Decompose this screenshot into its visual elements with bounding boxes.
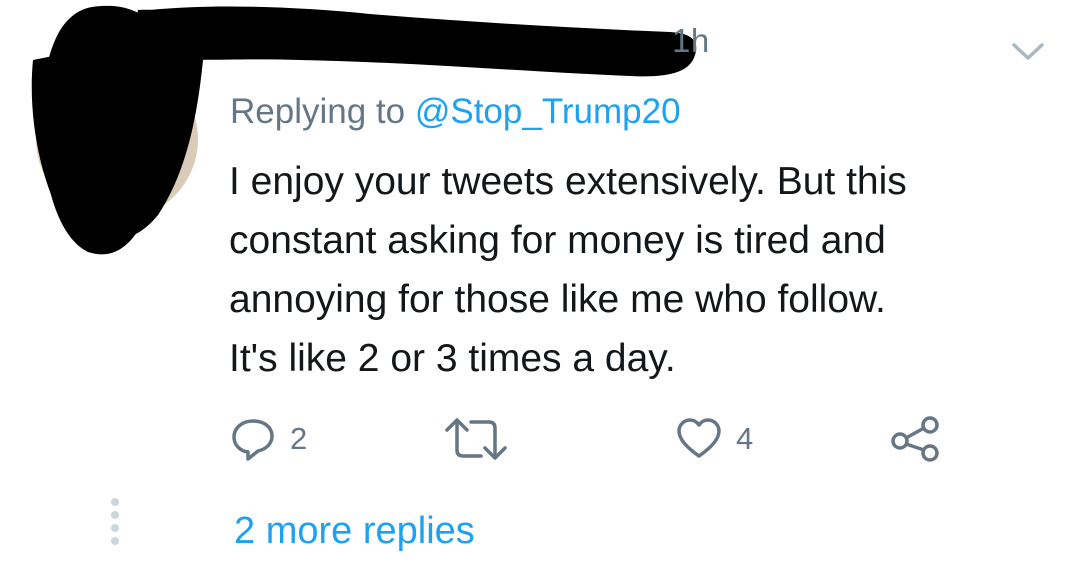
replying-to-line: Replying to @Stop_Trump20 (230, 92, 681, 132)
heart-icon (677, 418, 721, 458)
retweet-button[interactable] (443, 416, 509, 462)
more-replies-link[interactable]: 2 more replies (234, 510, 475, 553)
like-count: 4 (736, 421, 754, 456)
reply-button[interactable]: 2 (230, 416, 307, 462)
tweet-timestamp[interactable]: 1h (672, 22, 710, 60)
tweet-body-line: annoying for those like me who follow. (229, 278, 886, 321)
reply-count: 2 (290, 421, 308, 456)
like-button[interactable]: 4 (676, 416, 753, 462)
reply-handle-link[interactable]: @Stop_Trump20 (415, 92, 681, 131)
tweet-body-line: It's like 2 or 3 times a day. (229, 337, 676, 380)
tweet-body: I enjoy your tweets extensively. But thi… (229, 152, 1049, 388)
redaction-scribble-name (150, 6, 697, 77)
replying-to-label: Replying to (230, 92, 415, 131)
chevron-down-icon[interactable] (1008, 36, 1048, 66)
share-button[interactable] (890, 416, 942, 462)
share-icon (891, 416, 939, 462)
reply-icon (232, 419, 274, 461)
tweet-body-line: constant asking for money is tired and (229, 219, 886, 262)
tweet[interactable]: 1h Replying to @Stop_Trump20 I enjoy you… (0, 0, 1080, 588)
tweet-body-line: I enjoy your tweets extensively. But thi… (229, 160, 907, 203)
retweet-icon (445, 418, 507, 460)
thread-ellipsis (109, 498, 121, 548)
